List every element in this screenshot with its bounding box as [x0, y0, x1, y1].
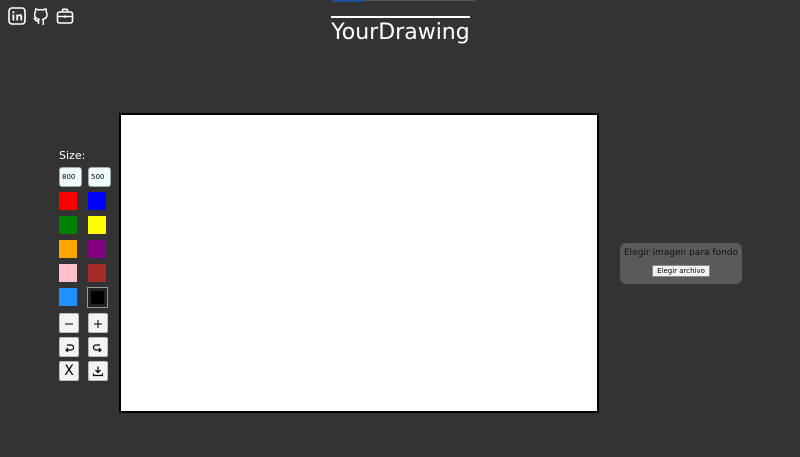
redo-button[interactable]	[88, 337, 108, 357]
minus-icon	[65, 323, 73, 325]
choose-file-button[interactable]: Elegir archivo	[652, 265, 710, 277]
color-swatch-green[interactable]	[59, 216, 77, 234]
color-swatch-orange[interactable]	[59, 240, 77, 258]
color-swatch-blue[interactable]	[88, 192, 106, 210]
undo-button[interactable]	[59, 337, 79, 357]
briefcase-icon[interactable]	[56, 7, 74, 25]
color-swatch-pink[interactable]	[59, 264, 77, 282]
clear-label: X	[64, 363, 74, 379]
color-swatch-black	[91, 291, 104, 304]
download-icon	[92, 366, 104, 377]
title-divider	[331, 16, 470, 18]
github-icon[interactable]	[32, 7, 50, 25]
drawing-canvas[interactable]	[119, 113, 599, 413]
undo-icon	[65, 344, 75, 353]
header-accent-line	[363, 0, 475, 1]
header-accent-bar	[333, 0, 363, 2]
page-title: YourDrawing	[331, 20, 470, 45]
canvas-width-input[interactable]	[59, 167, 82, 187]
color-swatch-brown[interactable]	[88, 264, 106, 282]
linkedin-icon[interactable]	[8, 7, 26, 25]
increase-size-button[interactable]	[88, 313, 108, 333]
color-swatch-red[interactable]	[59, 192, 77, 210]
background-image-label: Elegir imagen para fondo	[624, 248, 738, 258]
redo-icon	[92, 344, 102, 353]
social-links	[8, 7, 74, 25]
color-swatch-purple[interactable]	[88, 240, 106, 258]
plus-icon	[94, 320, 102, 328]
canvas-height-input[interactable]	[88, 167, 111, 187]
color-swatch-dodgerblue[interactable]	[59, 288, 77, 306]
background-image-panel: Elegir imagen para fondo Elegir archivo	[620, 243, 742, 284]
color-swatch-black-selected[interactable]	[87, 287, 108, 308]
color-swatch-yellow[interactable]	[88, 216, 106, 234]
clear-canvas-button[interactable]: X	[59, 361, 79, 381]
decrease-size-button[interactable]	[59, 313, 79, 333]
size-label: Size:	[59, 149, 86, 162]
download-button[interactable]	[88, 361, 108, 381]
